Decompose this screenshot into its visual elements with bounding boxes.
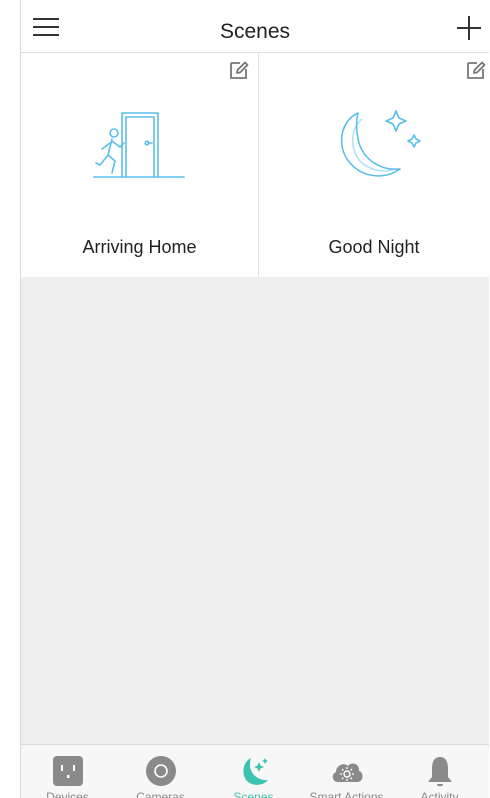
scenes-icon bbox=[242, 758, 268, 785]
scene-grid: Arriving Home Good Night bbox=[21, 53, 489, 277]
tab-activity[interactable]: Activity bbox=[393, 745, 486, 798]
tab-label: Scenes bbox=[233, 790, 274, 798]
arriving-home-icon bbox=[92, 112, 185, 178]
tab-scenes[interactable]: Scenes bbox=[207, 745, 300, 798]
scene-label: Arriving Home bbox=[82, 237, 197, 257]
scene-card-arriving-home[interactable]: Arriving Home bbox=[21, 53, 259, 277]
page-title: Scenes bbox=[219, 20, 291, 43]
tab-label: Smart Actions bbox=[309, 790, 384, 798]
tab-devices[interactable]: Devices bbox=[21, 745, 114, 798]
tab-label: Devices bbox=[46, 790, 89, 798]
bell-icon bbox=[427, 757, 452, 787]
moon-stars-icon bbox=[340, 110, 421, 177]
bottom-tab-bar: Devices Cameras Scenes Smart Actions Act… bbox=[21, 744, 489, 798]
tab-cameras[interactable]: Cameras bbox=[114, 745, 207, 798]
edit-icon[interactable] bbox=[228, 59, 250, 81]
tab-label: Activity bbox=[420, 790, 459, 798]
cloud-sun-icon bbox=[332, 763, 363, 782]
scene-card-good-night[interactable]: Good Night bbox=[259, 53, 489, 277]
camera-icon bbox=[145, 756, 176, 786]
tab-label: Cameras bbox=[136, 790, 185, 798]
outlet-icon bbox=[52, 756, 83, 786]
add-scene-button[interactable] bbox=[457, 16, 481, 40]
header: Scenes bbox=[21, 0, 489, 53]
edit-icon[interactable] bbox=[465, 59, 487, 81]
window-margin-left bbox=[0, 0, 18, 798]
scenes-screen: Scenes Arriving Home Good Night Devices … bbox=[20, 0, 489, 798]
scene-label: Good Night bbox=[328, 237, 420, 257]
tab-smart-actions[interactable]: Smart Actions bbox=[300, 745, 393, 798]
